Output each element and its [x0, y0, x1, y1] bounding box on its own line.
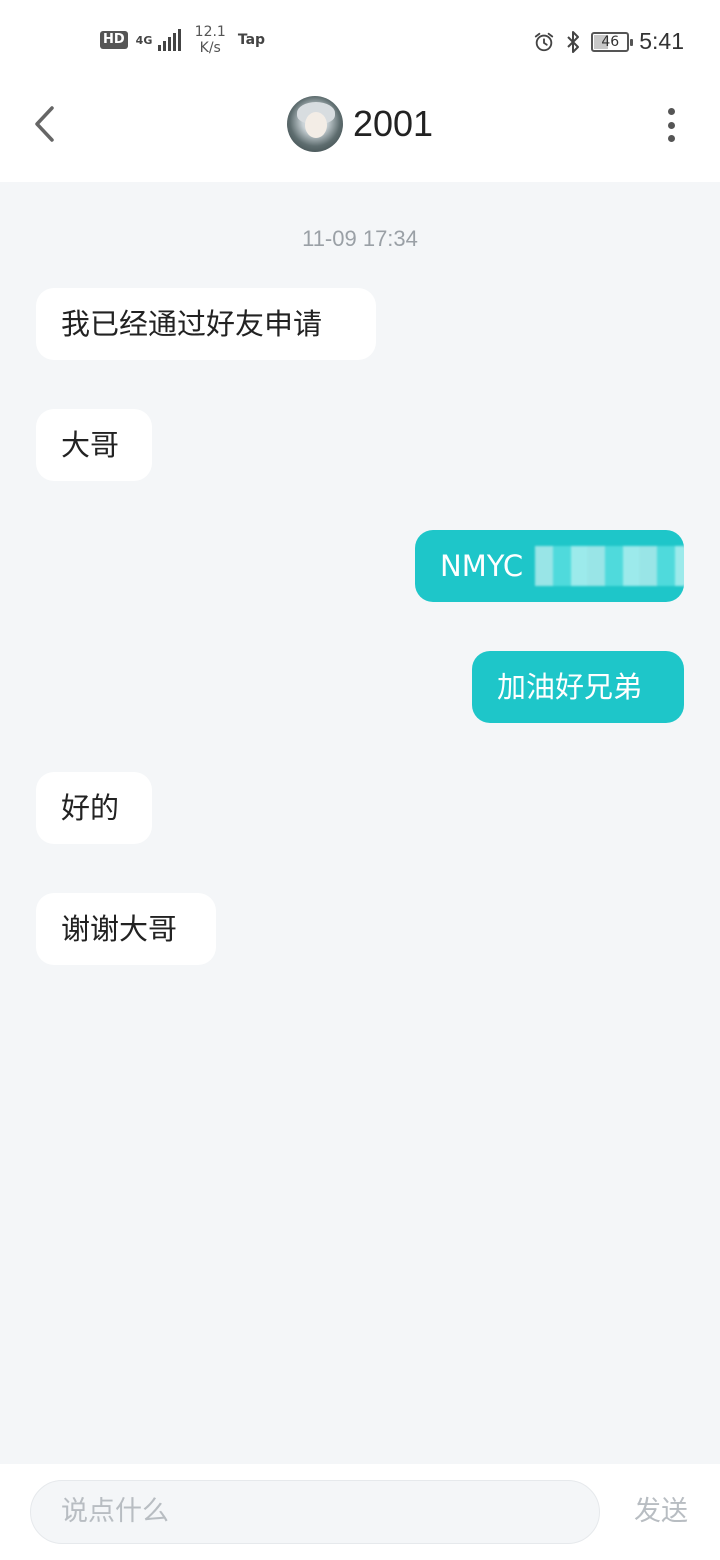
redaction-mask — [535, 546, 684, 586]
outgoing-message-text: NMYC — [440, 549, 524, 583]
signal-icon — [157, 29, 181, 51]
outgoing-message[interactable]: NMYC — [415, 530, 684, 602]
incoming-message[interactable]: 我已经通过好友申请 — [36, 288, 376, 360]
incoming-message[interactable]: 好的 — [36, 772, 152, 844]
network-type: 4G — [135, 33, 153, 47]
message-input[interactable]: 说点什么 — [30, 1480, 600, 1544]
message-timestamp: 11-09 17:34 — [302, 226, 418, 251]
alarm-icon — [535, 32, 554, 51]
message-list[interactable]: 11-09 17:34 我已经通过好友申请 大哥 NMYC 加油好兄弟 好的 谢… — [0, 182, 720, 1464]
avatar[interactable] — [286, 96, 343, 152]
battery-icon: 46 — [591, 31, 634, 52]
incoming-message[interactable]: 大哥 — [36, 409, 152, 481]
chat-header: 2001 — [0, 82, 720, 182]
incoming-message[interactable]: 谢谢大哥 — [36, 893, 216, 965]
status-bar: HD 4G 12.1 K/s Tap 46 5:41 — [0, 0, 720, 82]
chat-title-area[interactable]: 2001 — [0, 96, 720, 152]
network-speed: 12.1 K/s — [195, 24, 226, 56]
hd-icon: HD — [100, 31, 128, 49]
tap-app-icon: Tap — [237, 32, 266, 48]
composer-bar: 说点什么 发送 — [0, 1464, 720, 1560]
speed-value: 12.1 — [194, 24, 226, 40]
more-vertical-icon — [667, 108, 675, 115]
bluetooth-icon — [567, 30, 580, 53]
outgoing-message[interactable]: 加油好兄弟 — [472, 651, 684, 723]
speed-unit: K/s — [199, 40, 221, 56]
send-button[interactable]: 发送 — [634, 1494, 688, 1530]
battery-level: 46 — [601, 33, 620, 50]
status-right: 46 5:41 — [533, 28, 684, 55]
clock: 5:41 — [639, 28, 684, 54]
status-left: HD 4G 12.1 K/s Tap — [100, 24, 265, 56]
page-title: 2001 — [352, 103, 434, 144]
more-options-button[interactable] — [656, 108, 686, 142]
